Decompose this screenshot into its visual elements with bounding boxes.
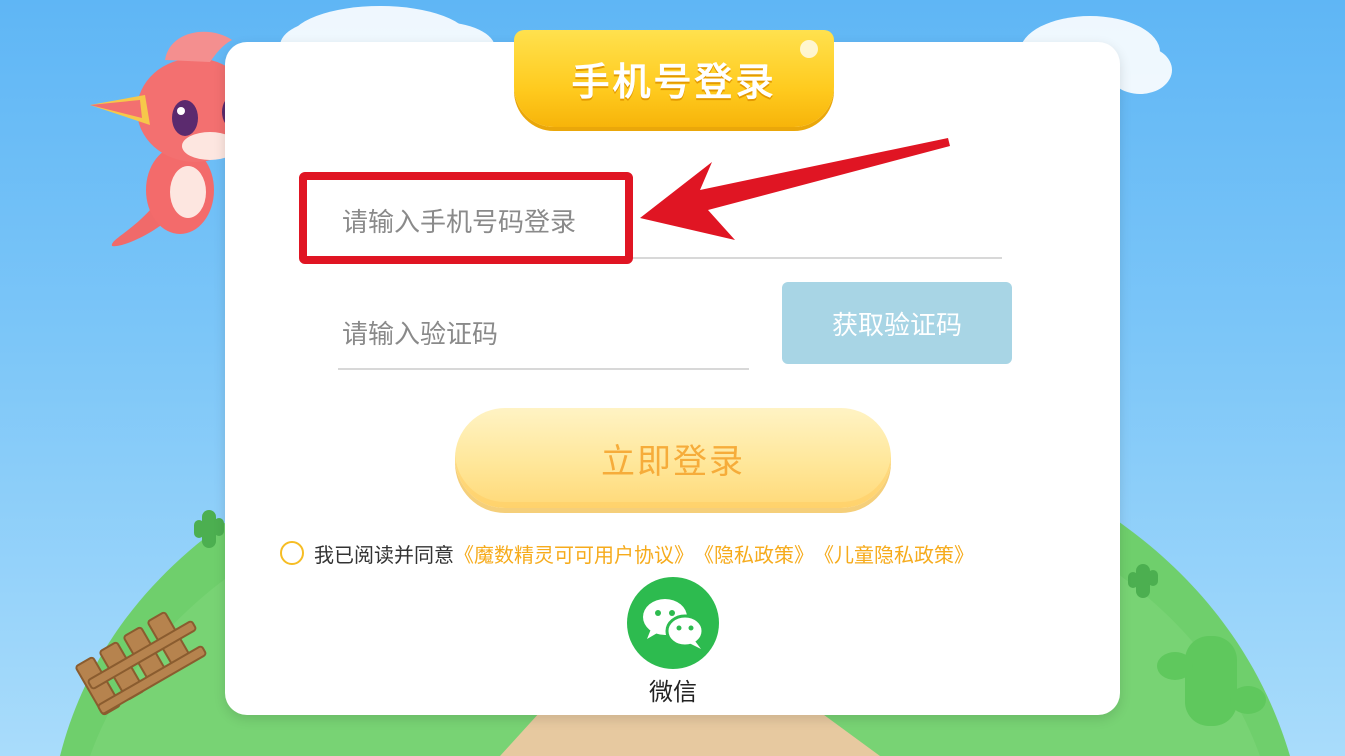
ribbon-shine	[800, 40, 818, 58]
get-verification-code-button[interactable]: 获取验证码	[782, 282, 1012, 364]
code-input-underline	[338, 368, 749, 370]
verification-code-input[interactable]	[340, 310, 744, 360]
dialog-title: 手机号登录	[571, 60, 777, 104]
wechat-icon[interactable]	[627, 577, 719, 669]
wechat-label: 微信	[649, 678, 697, 706]
agreement-checkbox[interactable]	[280, 541, 304, 565]
user-agreement-link[interactable]: 《魔数精灵可可用户协议》	[454, 539, 694, 568]
agreement-row: 我已阅读并同意 《魔数精灵可可用户协议》 《隐私政策》 《儿童隐私政策》	[280, 537, 974, 569]
dialog-title-ribbon: 手机号登录	[514, 30, 834, 127]
privacy-policy-link[interactable]: 《隐私政策》	[694, 539, 814, 568]
phone-input-underline	[338, 257, 1002, 259]
login-button-label: 立即登录	[601, 441, 745, 482]
children-privacy-policy-link[interactable]: 《儿童隐私政策》	[814, 539, 974, 568]
agreement-prefix: 我已阅读并同意	[314, 542, 454, 567]
login-button[interactable]: 立即登录	[455, 408, 891, 508]
phone-number-input[interactable]	[340, 198, 944, 248]
